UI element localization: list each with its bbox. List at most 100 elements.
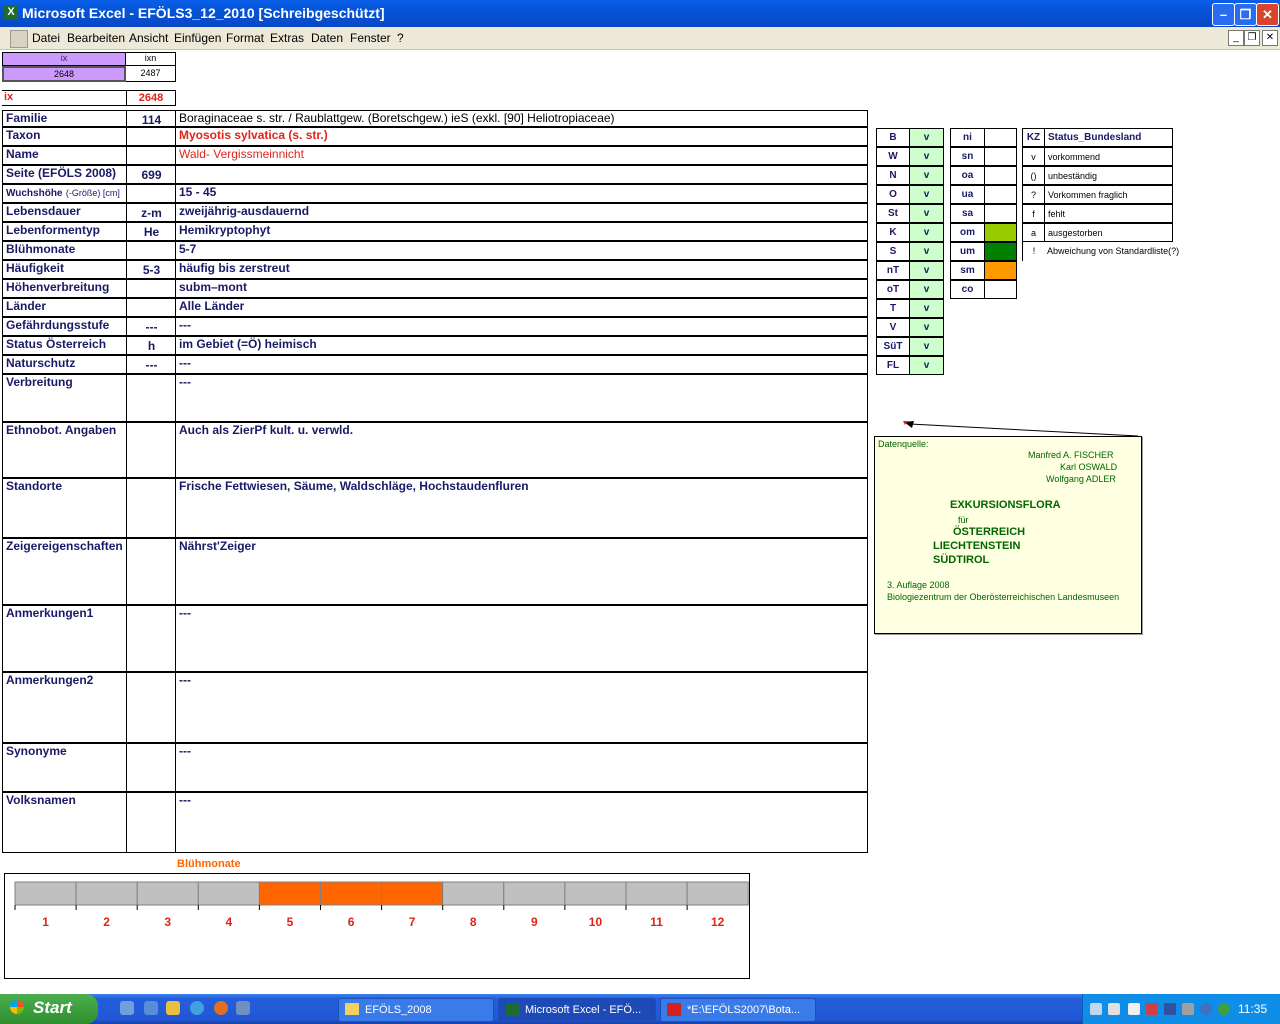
region-status[interactable]: v	[909, 280, 944, 299]
row-label[interactable]: Häufigkeit	[2, 260, 126, 279]
doc-restore-icon[interactable]: ❐	[1244, 30, 1260, 46]
tray-search-icon[interactable]	[1128, 1003, 1140, 1015]
quicklaunch-explorer-icon[interactable]	[144, 1001, 158, 1015]
row-label[interactable]: Anmerkungen2	[2, 672, 126, 743]
tray-update-icon[interactable]	[1218, 1003, 1230, 1015]
menu-fenster[interactable]: Fenster	[350, 31, 391, 45]
region-code[interactable]: B	[876, 128, 910, 147]
doc-close-icon[interactable]: ✕	[1262, 30, 1278, 46]
row-label[interactable]: Lebenformentyp	[2, 222, 126, 241]
doc-minimize-icon[interactable]: _	[1228, 30, 1244, 46]
row-value[interactable]: ---	[175, 374, 868, 422]
row-code[interactable]	[126, 146, 176, 165]
region-code[interactable]: T	[876, 299, 910, 318]
row-label[interactable]: Anmerkungen1	[2, 605, 126, 672]
region-code[interactable]: W	[876, 147, 910, 166]
row-value[interactable]: zweijährig-ausdauernd	[175, 203, 868, 222]
altitude-code[interactable]: um	[950, 242, 985, 261]
region-status[interactable]: v	[909, 223, 944, 242]
row-value[interactable]: ---	[175, 792, 868, 853]
row-label[interactable]: Höhenverbreitung	[2, 279, 126, 298]
close-button[interactable]: ✕	[1256, 3, 1279, 26]
altitude-code[interactable]: om	[950, 223, 985, 242]
row-value[interactable]: Hemikryptophyt	[175, 222, 868, 241]
row-label[interactable]: Zeigereigenschaften	[2, 538, 126, 605]
taskbar-excel[interactable]: Microsoft Excel - EFÖ...	[498, 998, 656, 1022]
altitude-code[interactable]: oa	[950, 166, 985, 185]
row-label[interactable]: Lebensdauer	[2, 203, 126, 222]
region-code[interactable]: St	[876, 204, 910, 223]
row-value[interactable]: ---	[175, 672, 868, 743]
altitude-color-cell[interactable]	[984, 261, 1017, 280]
row-code[interactable]	[126, 184, 176, 203]
menu-bearbeiten[interactable]: Bearbeiten	[67, 31, 125, 45]
region-status[interactable]: v	[909, 299, 944, 318]
start-button[interactable]: Start	[0, 994, 98, 1024]
row-code[interactable]	[126, 298, 176, 317]
row-code[interactable]: 699	[126, 165, 176, 184]
row-code[interactable]: h	[126, 336, 176, 355]
row-label[interactable]: Naturschutz	[2, 355, 126, 374]
menu-ansicht[interactable]: Ansicht	[129, 31, 168, 45]
row-code[interactable]	[126, 538, 176, 605]
row-code[interactable]	[126, 374, 176, 422]
row-code[interactable]	[126, 478, 176, 538]
row-value[interactable]: ---	[175, 355, 868, 374]
row-value[interactable]	[175, 165, 868, 184]
minimize-button[interactable]: –	[1212, 3, 1235, 26]
workbook-icon[interactable]	[10, 30, 28, 48]
row-label[interactable]: Taxon	[2, 127, 126, 146]
row-code[interactable]: He	[126, 222, 176, 241]
row-value[interactable]: Frische Fettwiesen, Säume, Waldschläge, …	[175, 478, 868, 538]
row-label[interactable]: Standorte	[2, 478, 126, 538]
row-label[interactable]: Wuchshöhe (-Größe) [cm]	[2, 184, 126, 203]
row-value[interactable]: Wald- Vergissmeinnicht	[175, 146, 868, 165]
row-label[interactable]: Name	[2, 146, 126, 165]
tray-shield-icon[interactable]	[1164, 1003, 1176, 1015]
taskbar-editor[interactable]: *E:\EFÖLS2007\Bota...	[660, 998, 816, 1022]
row-value[interactable]: 5-7	[175, 241, 868, 260]
row-value[interactable]: Auch als ZierPf kult. u. verwld.	[175, 422, 868, 478]
row-label[interactable]: Ethnobot. Angaben	[2, 422, 126, 478]
row-code[interactable]: ---	[126, 317, 176, 336]
row-code[interactable]: ---	[126, 355, 176, 374]
tray-network-icon[interactable]	[1090, 1003, 1102, 1015]
bloom-chart[interactable]: 1 2 3 4 5 6 7 8 9 10 11 12	[4, 873, 750, 979]
row-label[interactable]: Blühmonate	[2, 241, 126, 260]
altitude-color-cell[interactable]	[984, 185, 1017, 204]
excel-app-icon[interactable]: X	[4, 5, 18, 19]
row-code[interactable]: 5-3	[126, 260, 176, 279]
region-status[interactable]: v	[909, 356, 944, 375]
tray-security-icon[interactable]	[1146, 1003, 1158, 1015]
altitude-code[interactable]: sa	[950, 204, 985, 223]
region-code[interactable]: oT	[876, 280, 910, 299]
altitude-color-cell[interactable]	[984, 280, 1017, 299]
row-value[interactable]: häufig bis zerstreut	[175, 260, 868, 279]
row-value[interactable]: subm–mont	[175, 279, 868, 298]
region-code[interactable]: K	[876, 223, 910, 242]
menu-help[interactable]: ?	[397, 31, 404, 45]
row-code[interactable]	[126, 672, 176, 743]
region-code[interactable]: FL	[876, 356, 910, 375]
altitude-color-cell[interactable]	[984, 204, 1017, 223]
row-code[interactable]	[126, 241, 176, 260]
region-code[interactable]: V	[876, 318, 910, 337]
ix-value-cell[interactable]: 2648	[2, 66, 126, 82]
row-code[interactable]	[126, 422, 176, 478]
taskbar-efoels-folder[interactable]: EFÖLS_2008	[338, 998, 494, 1022]
row-code[interactable]	[126, 605, 176, 672]
tray-volume-icon[interactable]	[1108, 1003, 1120, 1015]
region-code[interactable]: nT	[876, 261, 910, 280]
quicklaunch-app-icon[interactable]	[236, 1001, 250, 1015]
region-code[interactable]: SüT	[876, 337, 910, 356]
region-status[interactable]: v	[909, 337, 944, 356]
row-value[interactable]: Myosotis sylvatica (s. str.)	[175, 127, 868, 146]
quicklaunch-ie-icon[interactable]	[190, 1001, 204, 1015]
ix-row-value[interactable]: 2648	[126, 90, 176, 106]
row-label[interactable]: Länder	[2, 298, 126, 317]
region-status[interactable]: v	[909, 204, 944, 223]
altitude-color-cell[interactable]	[984, 223, 1017, 242]
row-value[interactable]: ---	[175, 317, 868, 336]
region-status[interactable]: v	[909, 166, 944, 185]
region-code[interactable]: N	[876, 166, 910, 185]
